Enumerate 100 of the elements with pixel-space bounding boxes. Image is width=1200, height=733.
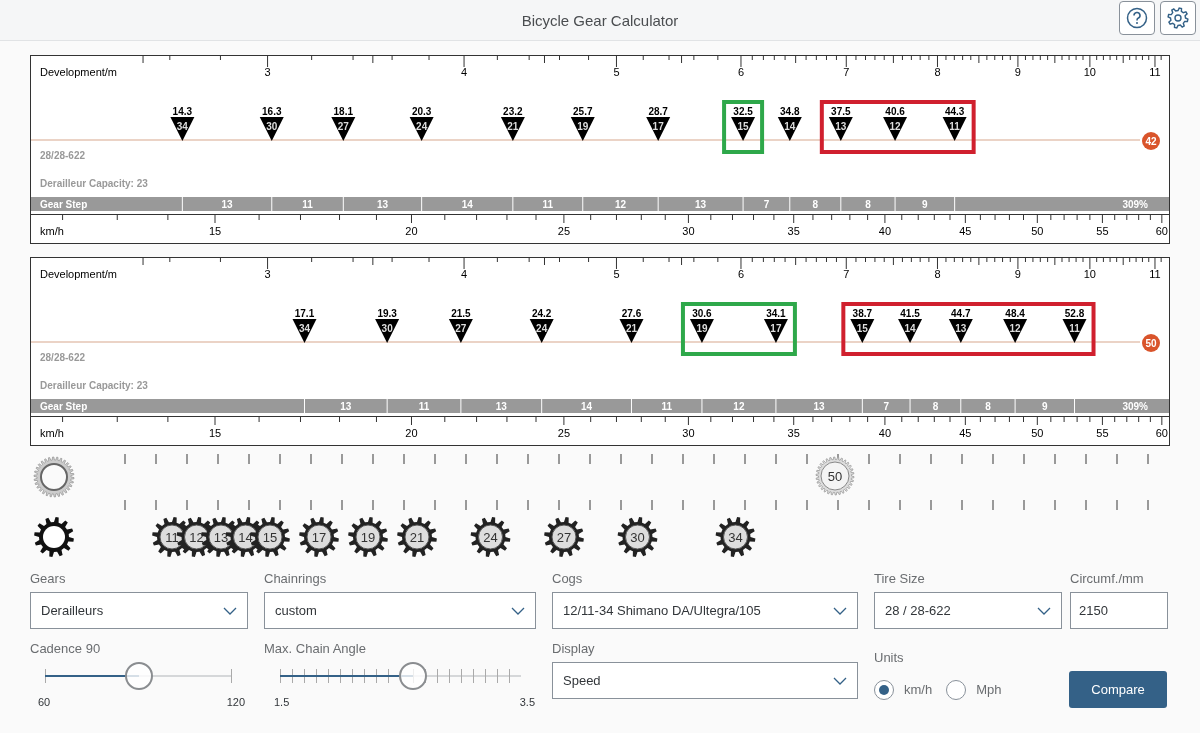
axis-label: 40 (878, 427, 892, 439)
gear-step-label: 11 (661, 401, 672, 412)
cog-marker (850, 319, 875, 343)
cog-marker (292, 319, 317, 343)
cog-label: 17 (770, 323, 782, 334)
bar-title: Gear Step (40, 401, 88, 412)
gears-dropdown[interactable]: Derailleurs (30, 592, 248, 629)
cogs-dropdown[interactable]: 12/11-34 Shimano DA/Ultegra/105 (552, 592, 858, 629)
gear-step-label: 13 (695, 199, 707, 210)
display-dropdown[interactable]: Speed (552, 662, 858, 699)
axis-label: 5 (613, 268, 620, 280)
cog-label: 21 (507, 121, 519, 132)
sprocket[interactable]: 34 (715, 517, 756, 557)
speed-label: 41.5 (900, 308, 920, 319)
axis-label: 5 (613, 66, 620, 78)
speed-label: 14.3 (172, 106, 193, 117)
chainrings-dropdown[interactable]: custom (264, 592, 536, 629)
sprocket[interactable]: 19 (348, 517, 388, 557)
tire-label: 28/28-622 (40, 352, 86, 363)
help-button[interactable] (1119, 1, 1155, 35)
speed-label: 48.4 (1005, 308, 1025, 319)
field-label: Gears (30, 571, 67, 586)
unit-radio[interactable]: km/h (874, 679, 933, 700)
field-label: Cadence 90 (30, 641, 102, 656)
sprocket[interactable]: 24 (470, 517, 511, 557)
speed-label: 37.5 (831, 106, 851, 117)
cog-label: 27 (337, 121, 349, 132)
axis-label: 30 (682, 427, 695, 439)
slider-thumb[interactable] (124, 662, 153, 690)
cog-label: 12 (889, 121, 901, 132)
cog-marker (948, 319, 973, 343)
chainring[interactable]: 50 (815, 456, 855, 496)
gear-step-label: 13 (340, 401, 352, 412)
min-label: 60 (38, 696, 51, 708)
cog-marker (1062, 319, 1087, 343)
field-label: Max. Chain Angle (264, 641, 367, 656)
cog-label: 13 (835, 121, 847, 132)
axis-label: 11 (1149, 66, 1161, 78)
cog-marker (646, 117, 671, 141)
circumference-field[interactable]: 2150 (1070, 592, 1168, 629)
cog-label: 14 (784, 121, 796, 132)
axis-label: 3 (264, 268, 271, 280)
field-label: Cogs (552, 571, 584, 586)
axis-label: 6 (737, 268, 745, 280)
cog-label: 27 (455, 323, 467, 334)
sprocket[interactable]: 30 (617, 517, 658, 557)
chainring-icon[interactable] (33, 456, 75, 498)
chevron-down-icon (223, 606, 237, 615)
cog-marker (448, 319, 473, 343)
gear-step-label: 11 (302, 199, 313, 210)
cog-label: 24 (536, 323, 548, 334)
tire-size-dropdown[interactable]: 28 / 28-622 (874, 592, 1062, 629)
sprocket[interactable]: 17 (299, 517, 339, 557)
axis-label: 60 (1155, 427, 1168, 439)
gear-step-label: 12 (733, 401, 745, 412)
speed-label: 38.7 (852, 308, 873, 319)
cog-marker (500, 117, 525, 141)
axis-label: 6 (737, 66, 745, 78)
cog-marker (170, 117, 195, 141)
gear-step-label: 12 (614, 199, 626, 210)
cog-marker (731, 117, 756, 141)
sprocket[interactable]: 21 (397, 517, 437, 557)
axis-label: 60 (1155, 225, 1168, 237)
axis-label: 4 (461, 66, 468, 78)
slider-thumb[interactable] (398, 662, 427, 690)
unit-radio[interactable]: Mph (946, 679, 1002, 700)
speed-label: 20.3 (411, 106, 432, 117)
speed-label: 23.2 (503, 106, 523, 117)
speed-label: 25.7 (573, 106, 593, 117)
cog-marker (375, 319, 400, 343)
radio-circle[interactable] (946, 679, 967, 700)
cog-marker (942, 117, 967, 141)
gear-step-label: 11 (418, 401, 430, 412)
axis-label: 30 (682, 225, 695, 237)
min-label: 1.5 (274, 696, 290, 708)
field-label: Chainrings (264, 571, 328, 586)
speed-label: 19.3 (377, 308, 397, 319)
window-title: Bicycle Gear Calculator (521, 11, 679, 29)
radio-circle[interactable] (874, 679, 894, 700)
speed-label: 52.8 (1064, 308, 1085, 319)
settings-button[interactable] (1160, 1, 1196, 35)
gear-step-label: 7 (763, 199, 770, 210)
sprocket[interactable]: 27 (544, 517, 584, 557)
compare-button[interactable]: Compare (1069, 671, 1167, 708)
cog-marker (883, 117, 908, 141)
cog-label: 17 (652, 121, 664, 132)
axis-label: 9 (1014, 66, 1021, 78)
axis-title: km/h (40, 225, 64, 237)
speed-label: 34.8 (780, 106, 800, 117)
cog-label: 30 (266, 121, 278, 132)
axis-label: 40 (878, 225, 892, 237)
axis-title: Development/m (40, 66, 118, 78)
cog-label: 11 (949, 121, 960, 132)
axis-label: 3 (264, 66, 271, 78)
field-label: Tire Size (874, 571, 926, 586)
axis-label: 10 (1083, 268, 1096, 280)
cog-marker (898, 319, 923, 343)
cog-icon[interactable] (34, 517, 74, 557)
axis-label: 4 (461, 268, 468, 280)
gear-step-label: 8 (812, 199, 819, 210)
